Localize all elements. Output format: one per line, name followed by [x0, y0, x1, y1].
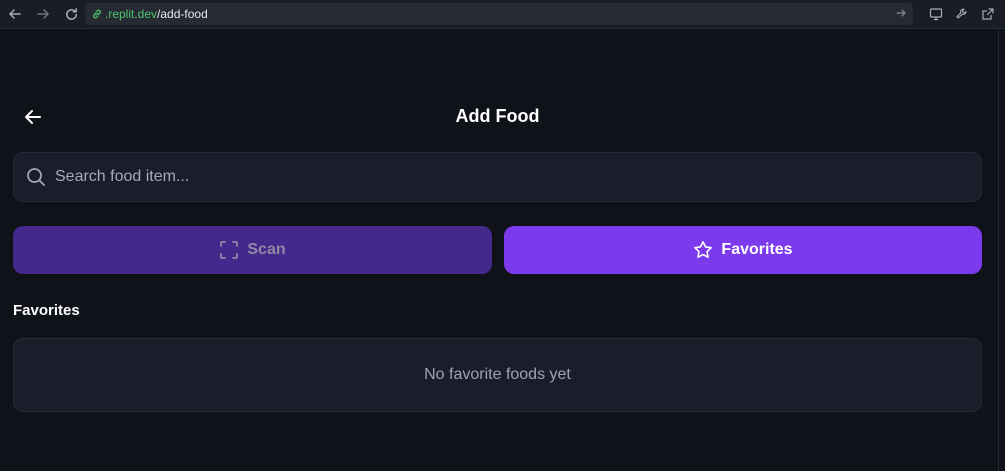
toolbar-actions: [927, 4, 997, 24]
scan-label: Scan: [247, 241, 286, 258]
favorites-section-title: Favorites: [13, 302, 80, 319]
empty-message: No favorite foods yet: [424, 366, 571, 383]
search-input[interactable]: [46, 153, 981, 201]
favorites-label: Favorites: [721, 241, 793, 258]
favorites-button[interactable]: Favorites: [504, 226, 982, 274]
browser-toolbar: .replit.dev/add-food: [0, 0, 1005, 29]
go-icon[interactable]: [895, 6, 907, 23]
star-icon: [693, 240, 713, 260]
forward-icon[interactable]: [30, 1, 56, 27]
scan-button[interactable]: Scan: [13, 226, 492, 274]
url-host: .replit.dev: [105, 7, 158, 21]
url-path: /add-food: [157, 7, 208, 21]
search-icon: [26, 167, 46, 187]
page-title: Add Food: [455, 106, 540, 126]
scan-icon: [219, 240, 239, 260]
link-icon: [91, 8, 103, 20]
scrollbar[interactable]: [998, 30, 1005, 471]
reload-icon[interactable]: [58, 1, 84, 27]
monitor-icon[interactable]: [927, 4, 945, 24]
external-link-icon[interactable]: [979, 4, 997, 24]
back-icon[interactable]: [2, 1, 28, 27]
url-bar[interactable]: .replit.dev/add-food: [85, 3, 913, 25]
favorites-empty-state: No favorite foods yet: [13, 338, 982, 412]
search-box: [13, 152, 982, 202]
wrench-icon[interactable]: [953, 4, 971, 24]
